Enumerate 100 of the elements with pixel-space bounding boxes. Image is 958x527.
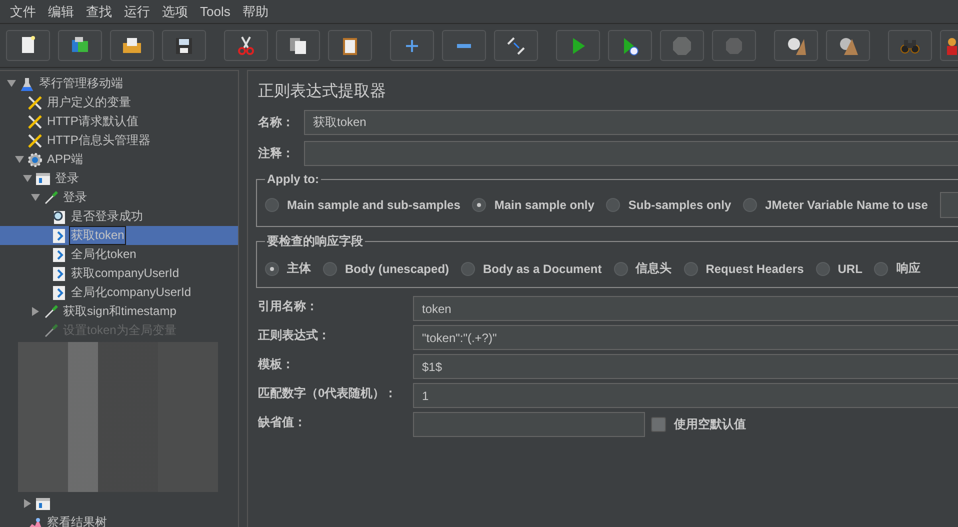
radio-option[interactable]: Main sample only xyxy=(472,198,594,212)
text-field[interactable]: "token":"(.+?)" xyxy=(413,325,958,350)
tree-row[interactable]: 获取companyUserId xyxy=(0,264,238,283)
radio-option[interactable]: 信息头 xyxy=(614,260,672,277)
collapsed-arrow-icon[interactable] xyxy=(30,307,40,316)
menu-item[interactable]: 编辑 xyxy=(42,2,80,20)
radio-button[interactable] xyxy=(265,262,279,276)
field-label: 名称： xyxy=(258,114,295,131)
checkbox-option[interactable]: 使用空默认值 xyxy=(651,416,746,433)
tree-row[interactable]: 用户定义的变量 xyxy=(0,93,238,112)
field-label: 引用名称： xyxy=(258,298,319,315)
tree-node-label: APP端 xyxy=(46,151,84,168)
text-field[interactable]: token xyxy=(413,296,958,321)
radio-option[interactable]: Body (unescaped) xyxy=(323,262,450,276)
minus-icon xyxy=(457,44,471,48)
collapsed-arrow-icon[interactable] xyxy=(22,499,32,508)
pipette-icon xyxy=(43,304,59,320)
radio-button[interactable] xyxy=(614,262,628,276)
text-field[interactable]: 1 xyxy=(413,383,958,408)
field-label: 模板： xyxy=(258,356,295,373)
toolbar-button[interactable] xyxy=(328,30,372,61)
tree-node-label: HTTP信息头管理器 xyxy=(46,132,152,149)
radio-button[interactable] xyxy=(743,198,758,212)
tree-row[interactable]: APP端 xyxy=(0,150,238,169)
wrench-screwdriver-icon xyxy=(27,114,43,130)
toolbar-button[interactable] xyxy=(608,30,652,61)
toolbar-button[interactable] xyxy=(774,30,818,61)
variable-name-field[interactable] xyxy=(940,192,958,218)
expanded-arrow-icon[interactable] xyxy=(22,174,32,183)
radio-button[interactable] xyxy=(684,262,698,276)
radio-option[interactable]: URL xyxy=(816,262,862,276)
toolbar-button[interactable] xyxy=(162,30,206,61)
radio-option[interactable]: JMeter Variable Name to use xyxy=(743,198,928,212)
radio-button[interactable] xyxy=(265,198,279,212)
field-label: 缺省值： xyxy=(258,414,307,431)
tree-row[interactable]: 获取sign和timestamp xyxy=(0,302,238,321)
tree-node-label: 琴行管理移动端 xyxy=(38,75,124,92)
window-icon xyxy=(35,170,51,186)
tree-node-label: 获取sign和timestamp xyxy=(62,303,178,320)
comment-field[interactable] xyxy=(304,141,958,166)
gear-icon xyxy=(27,152,43,168)
default-value-field[interactable] xyxy=(413,412,645,437)
radio-option[interactable]: Request Headers xyxy=(684,262,804,276)
radio-option[interactable]: Body as a Document xyxy=(461,262,602,276)
pipette-icon xyxy=(43,322,59,338)
toolbar-button[interactable] xyxy=(224,30,268,61)
radio-button[interactable] xyxy=(323,262,337,276)
menu-item[interactable]: Tools xyxy=(194,4,236,19)
toolbar-button[interactable] xyxy=(58,30,102,61)
toolbar-button[interactable] xyxy=(826,30,870,61)
scissors-icon xyxy=(235,34,257,56)
tree-row[interactable]: 是否登录成功 xyxy=(0,207,238,226)
tree-row[interactable]: HTTP信息头管理器 xyxy=(0,131,238,150)
tree-node-label: 获取token xyxy=(69,226,126,245)
field-label: 正则表达式： xyxy=(258,327,331,344)
radio-button[interactable] xyxy=(461,262,476,276)
radio-button[interactable] xyxy=(472,198,486,212)
radio-option[interactable]: 响应 xyxy=(874,260,920,277)
tree-row[interactable]: 琴行管理移动端 xyxy=(0,74,238,93)
pipette-icon xyxy=(43,190,59,206)
expanded-arrow-icon[interactable] xyxy=(30,193,40,202)
panel-title: 正则表达式提取器 xyxy=(258,82,387,102)
menu-item[interactable]: 选项 xyxy=(156,2,194,20)
expanded-arrow-icon[interactable] xyxy=(14,155,24,164)
tree-row[interactable]: 登录 xyxy=(0,188,238,207)
radio-option[interactable]: 主体 xyxy=(265,260,311,277)
field-label: 匹配数字（0代表随机）： xyxy=(258,385,398,402)
menu-item[interactable]: 文件 xyxy=(4,2,42,20)
group-legend: Apply to: xyxy=(265,172,321,186)
field-label: 注释： xyxy=(258,145,295,162)
tree-node-label: HTTP请求默认值 xyxy=(46,113,140,130)
flask-icon xyxy=(19,76,35,92)
radio-button[interactable] xyxy=(816,262,830,276)
tree-row[interactable]: 全局化companyUserId xyxy=(0,283,238,302)
checkbox[interactable] xyxy=(651,417,666,432)
radio-button[interactable] xyxy=(606,198,620,212)
tree-node-label: 是否登录成功 xyxy=(70,208,144,225)
radio-option[interactable]: Sub-samples only xyxy=(606,198,732,212)
tree-row[interactable]: 登录 xyxy=(0,169,238,188)
radio-button[interactable] xyxy=(874,262,888,276)
toolbar-button[interactable] xyxy=(276,30,320,61)
text-field[interactable]: $1$ xyxy=(413,354,958,379)
toolbar-button[interactable] xyxy=(6,30,50,61)
menu-item[interactable]: 查找 xyxy=(80,2,118,20)
group-legend: 要检查的响应字段 xyxy=(265,233,365,250)
toolbar-button[interactable] xyxy=(494,30,538,61)
tree-node-label: 全局化companyUserId xyxy=(70,284,192,301)
menu-item[interactable]: 运行 xyxy=(118,2,156,20)
radio-option[interactable]: Main sample and sub-samples xyxy=(265,198,460,212)
name-field[interactable]: 获取token xyxy=(304,110,958,135)
tree-node-label: 登录 xyxy=(54,170,80,187)
menu-item[interactable]: 帮助 xyxy=(236,2,274,20)
stop-sign-icon xyxy=(671,34,693,56)
toolbar-button[interactable] xyxy=(110,30,154,61)
magnifier-icon xyxy=(51,208,67,224)
tree-row[interactable]: HTTP请求默认值 xyxy=(0,112,238,131)
tree-node-label: 用户定义的变量 xyxy=(46,94,132,111)
tree-node-label: 登录 xyxy=(62,189,88,206)
tree-row[interactable]: 全局化token xyxy=(0,245,238,264)
expanded-arrow-icon[interactable] xyxy=(6,79,16,88)
